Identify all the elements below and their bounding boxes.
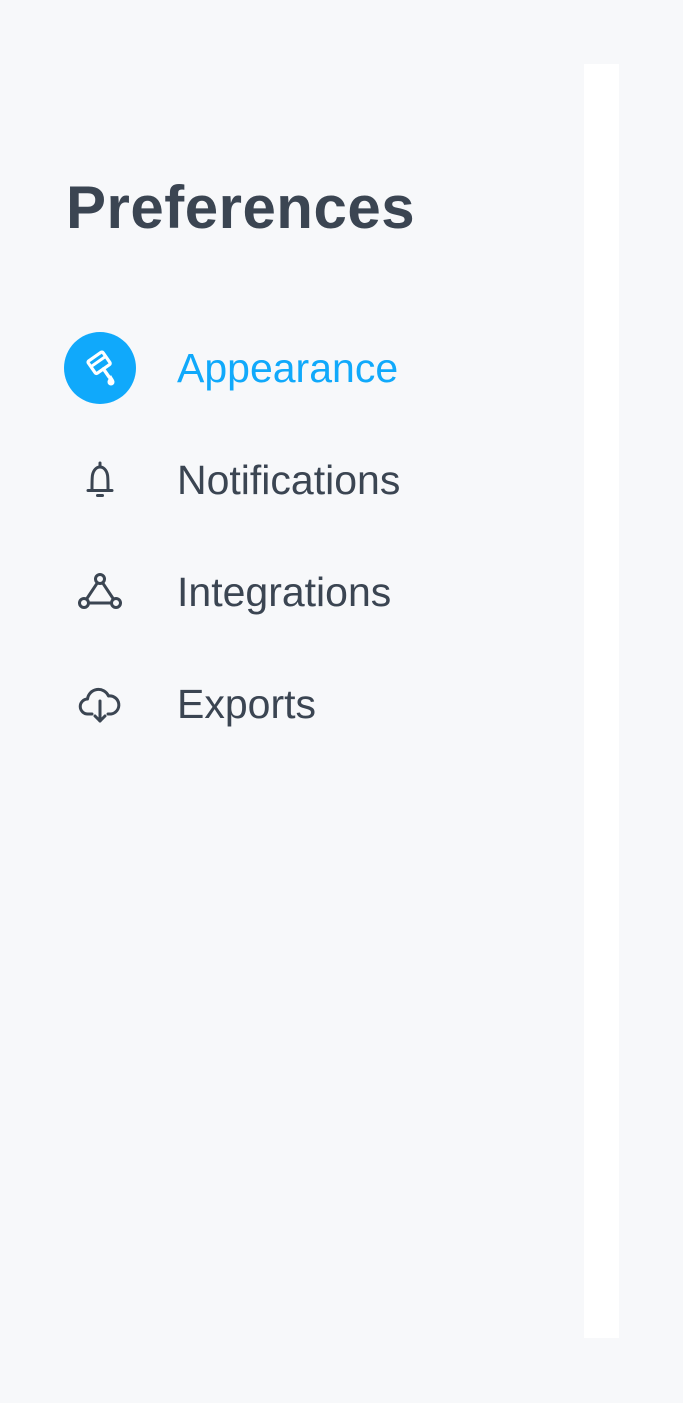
nav-item-exports[interactable]: Exports <box>64 668 564 740</box>
nav-item-notifications[interactable]: Notifications <box>64 444 564 516</box>
nav-item-label: Exports <box>177 681 316 727</box>
paint-bucket-icon <box>64 332 136 404</box>
page-title: Preferences <box>66 174 416 241</box>
nav-item-label: Notifications <box>177 457 401 503</box>
bell-icon <box>64 444 136 516</box>
integrations-icon <box>64 556 136 628</box>
content-panel <box>584 64 619 1338</box>
nav-item-appearance[interactable]: Appearance <box>64 332 564 404</box>
preferences-nav: Appearance Notifications Integrations Ex… <box>64 332 564 780</box>
preferences-sidebar: Preferences Appearance Notifications Int… <box>0 0 584 1403</box>
nav-item-label: Appearance <box>177 345 399 391</box>
nav-item-label: Integrations <box>177 569 392 615</box>
nav-item-integrations[interactable]: Integrations <box>64 556 564 628</box>
cloud-download-icon <box>64 668 136 740</box>
